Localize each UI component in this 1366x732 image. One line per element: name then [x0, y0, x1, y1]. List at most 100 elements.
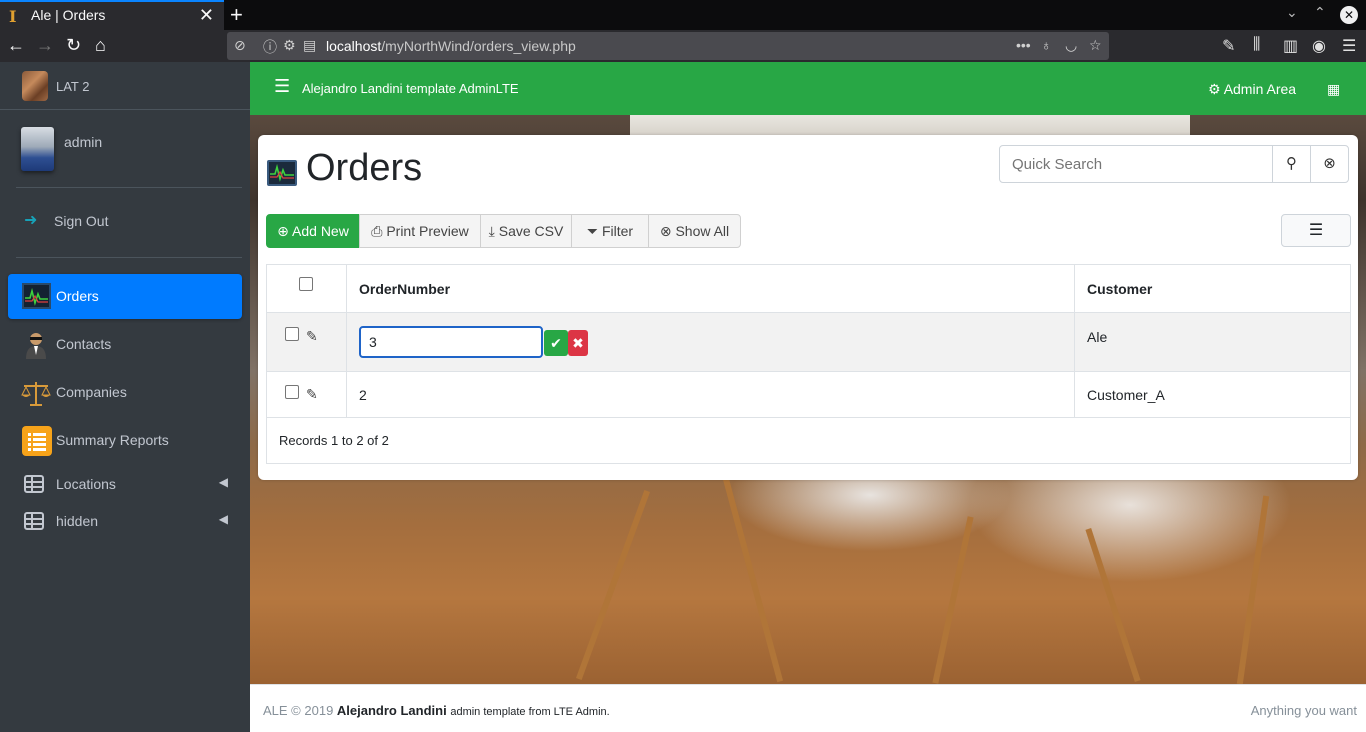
bulb-icon[interactable]: ♁ — [1041, 37, 1052, 53]
sidebar-item-label: Summary Reports — [56, 432, 169, 448]
header-title: Alejandro Landini template AdminLTE — [302, 81, 519, 96]
url-text: localhost/myNorthWind/orders_view.php — [326, 38, 576, 54]
orders-card: Orders ⚲ ⊗ ⊕ Add New ⎙ Print Preview ⤓ S… — [258, 135, 1358, 480]
add-new-label: Add New — [292, 223, 349, 239]
sidebar-item-hidden[interactable]: hidden ◀ — [8, 499, 242, 544]
chevron-left-icon: ◀ — [218, 512, 228, 526]
username: admin — [64, 134, 103, 150]
clear-search-button[interactable]: ⊗ — [1310, 145, 1349, 183]
sidebar-item-companies[interactable]: Companies — [8, 370, 242, 415]
close-tab-icon[interactable]: ✕ — [199, 5, 214, 26]
order-number-cell[interactable]: 2 — [346, 371, 1075, 418]
back-icon[interactable]: ← — [7, 35, 25, 55]
quick-search-input[interactable] — [999, 145, 1273, 183]
sign-out-link[interactable]: ➜ Sign Out — [16, 188, 242, 258]
brand-link[interactable]: LAT 2 — [0, 62, 250, 110]
url-bar[interactable]: ⊘ ⓘ ⚙ ▤ localhost/myNorthWind/orders_vie… — [227, 32, 1109, 60]
column-header-ordernumber[interactable]: OrderNumber — [346, 264, 1075, 313]
pocket-icon[interactable]: ◡ — [1065, 37, 1077, 54]
check-icon: ✔ — [550, 335, 562, 351]
sidebar-item-label: hidden — [56, 513, 99, 529]
filter-label: Filter — [601, 223, 634, 239]
info-icon[interactable]: ⓘ — [263, 37, 277, 57]
add-new-button[interactable]: ⊕ Add New — [266, 214, 360, 248]
cancel-edit-button[interactable]: ✖ — [568, 330, 588, 356]
browser-tab[interactable]: I Ale | Orders ✕ — [0, 0, 224, 30]
save-csv-label: Save CSV — [498, 223, 564, 239]
avatar — [21, 127, 54, 171]
more-icon[interactable]: ••• — [1016, 37, 1031, 53]
new-tab-button[interactable]: + — [230, 2, 243, 28]
bookmark-star-icon[interactable]: ☆ — [1089, 37, 1102, 54]
row-checkbox[interactable] — [285, 385, 299, 399]
edit-icon[interactable]: ✎ — [306, 386, 318, 403]
print-preview-button[interactable]: ⎙ Print Preview — [359, 214, 481, 248]
select-all-checkbox[interactable] — [299, 277, 313, 291]
scales-icon — [21, 379, 51, 407]
gears-icon: ⚙ — [1208, 81, 1221, 97]
footer-right: Anything you want — [1250, 703, 1357, 718]
customer-cell: Ale — [1074, 312, 1351, 372]
chevron-down-icon[interactable]: ⌄ — [1286, 4, 1298, 21]
favicon-icon: I — [9, 7, 17, 26]
show-all-label: Show All — [675, 223, 730, 239]
window-close-icon[interactable]: ✕ — [1340, 6, 1358, 24]
confirm-edit-button[interactable]: ✔ — [544, 330, 568, 356]
permissions-icon[interactable]: ⚙ — [283, 37, 296, 54]
sidebar-item-label: Contacts — [56, 336, 112, 352]
records-count: Records 1 to 2 of 2 — [266, 417, 1351, 464]
print-icon: ⎙ — [371, 223, 383, 239]
table-icon — [21, 471, 51, 499]
row-checkbox[interactable] — [285, 327, 299, 341]
table-icon — [21, 508, 51, 536]
chevron-up-icon[interactable]: ⌃ — [1314, 4, 1326, 21]
chair-leg — [932, 516, 974, 684]
library-icon[interactable]: ⫼ — [1253, 36, 1260, 54]
show-all-button[interactable]: ⊗ Show All — [648, 214, 741, 248]
row-select-cell: ✎ — [266, 312, 347, 372]
search-button[interactable]: ⚲ — [1272, 145, 1311, 183]
sidebar-item-label: Locations — [56, 476, 116, 492]
forward-icon[interactable]: → — [36, 35, 54, 55]
footer-suffix: admin template from LTE Admin. — [450, 706, 610, 718]
browser-tab-bar: I Ale | Orders ✕ + ⌄ ⌃ ✕ — [0, 0, 1366, 30]
wrench-icon[interactable]: ✎ — [1222, 36, 1235, 56]
save-csv-button[interactable]: ⤓ Save CSV — [480, 214, 572, 248]
home-icon[interactable]: ⌂ — [95, 35, 106, 55]
row-select-cell: ✎ — [266, 371, 347, 418]
table-row: ✎ 2 Customer_A — [266, 371, 1351, 418]
column-options-button[interactable]: ☰ — [1281, 214, 1351, 247]
chair-leg — [575, 490, 651, 680]
filter-button[interactable]: ⏷ Filter — [571, 214, 649, 248]
list-report-icon — [22, 426, 52, 456]
chevron-left-icon: ◀ — [218, 475, 228, 489]
page-icon: ▤ — [303, 37, 317, 53]
brand-name: LAT 2 — [56, 79, 90, 94]
select-all-cell — [266, 264, 347, 313]
admin-area-label: Admin Area — [1223, 81, 1297, 97]
hamburger-menu-icon[interactable]: ☰ — [274, 76, 290, 97]
tracking-protection-icon[interactable]: ⊘ — [234, 37, 246, 54]
sidebar-toggle-icon[interactable]: ▥ — [1283, 36, 1298, 56]
chair-leg — [722, 477, 784, 683]
clear-icon: ⊗ — [659, 223, 672, 239]
clear-icon: ⊗ — [1323, 155, 1336, 172]
admin-area-link[interactable]: ⚙ Admin Area — [1208, 81, 1296, 98]
sidebar-item-orders[interactable]: Orders — [8, 274, 242, 319]
menu-icon[interactable]: ☰ — [1342, 36, 1356, 56]
column-header-customer[interactable]: Customer — [1074, 264, 1351, 313]
main-header: ☰ Alejandro Landini template AdminLTE ⚙ … — [250, 62, 1366, 115]
account-icon[interactable]: ◉ — [1312, 36, 1326, 56]
user-panel[interactable]: admin — [16, 110, 242, 188]
sign-out-icon: ➜ — [24, 212, 38, 229]
grid-icon[interactable]: ▦ — [1327, 81, 1340, 98]
sidebar-item-summary-reports[interactable]: Summary Reports — [8, 418, 242, 463]
edit-icon[interactable]: ✎ — [306, 328, 318, 345]
order-number-input[interactable] — [359, 326, 543, 358]
chair-leg — [1085, 527, 1141, 683]
sidebar-item-contacts[interactable]: Contacts — [8, 322, 242, 367]
table-header-row: OrderNumber Customer — [266, 264, 1351, 313]
filter-icon: ⏷ — [586, 223, 599, 239]
reload-icon[interactable]: ↻ — [66, 35, 81, 55]
footer-author[interactable]: Alejandro Landini — [337, 703, 447, 718]
